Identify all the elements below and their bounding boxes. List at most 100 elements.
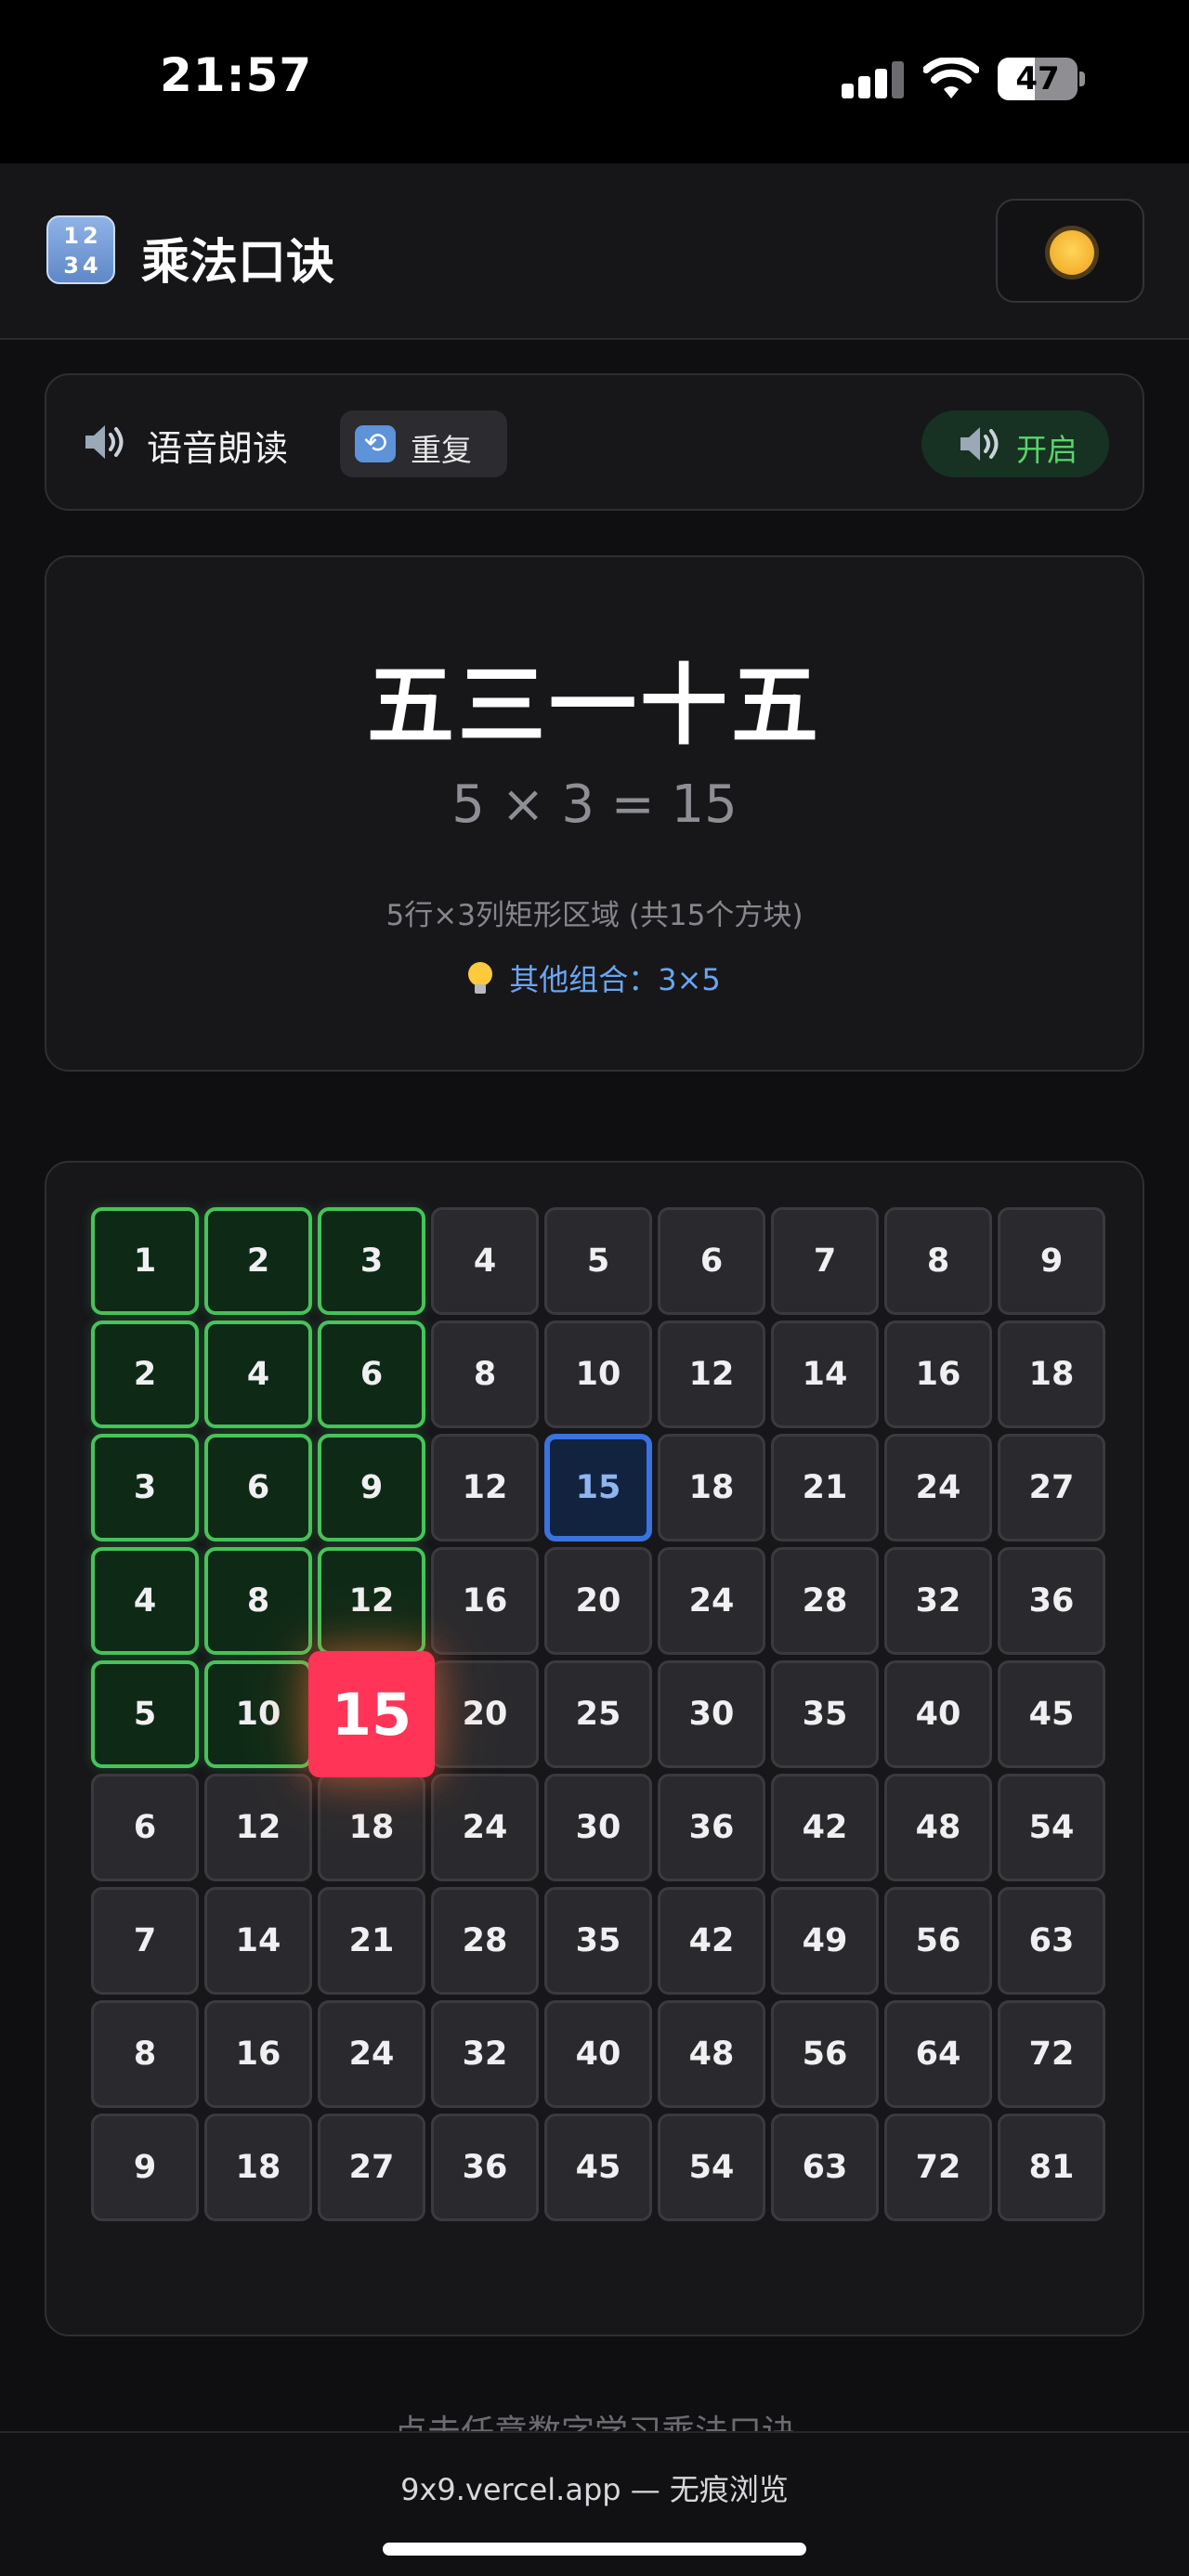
grid-cell-3-6[interactable]: 18 bbox=[658, 1434, 765, 1542]
grid-cell-2-9[interactable]: 18 bbox=[998, 1321, 1105, 1428]
grid-cell-7-3[interactable]: 21 bbox=[318, 1887, 425, 1995]
grid-cell-5-8[interactable]: 40 bbox=[884, 1660, 992, 1768]
grid-cell-5-6[interactable]: 30 bbox=[658, 1660, 765, 1768]
voice-panel: 语音朗读 ⟲ 重复 开启 bbox=[45, 373, 1144, 511]
grid-cell-1-3[interactable]: 3 bbox=[318, 1207, 425, 1315]
grid-cell-6-9[interactable]: 54 bbox=[998, 1774, 1105, 1881]
grid-cell-4-6[interactable]: 24 bbox=[658, 1547, 765, 1655]
app-page: 21:57 47 12 34 乘法口诀 语音朗读 ⟲ 重复 开启 五三一十五 5… bbox=[0, 0, 1189, 2576]
grid-cell-9-9[interactable]: 81 bbox=[998, 2114, 1105, 2221]
grid-cell-6-2[interactable]: 12 bbox=[204, 1774, 312, 1881]
grid-cell-7-6[interactable]: 42 bbox=[658, 1887, 765, 1995]
battery-level: 47 bbox=[1015, 60, 1060, 98]
grid-cell-2-7[interactable]: 14 bbox=[771, 1321, 879, 1428]
status-bar: 21:57 47 bbox=[0, 0, 1189, 163]
grid-cell-5-2[interactable]: 10 bbox=[204, 1660, 312, 1768]
grid-cell-6-1[interactable]: 6 bbox=[91, 1774, 199, 1881]
grid-cell-8-6[interactable]: 48 bbox=[658, 2000, 765, 2108]
grid-cell-4-9[interactable]: 36 bbox=[998, 1547, 1105, 1655]
repeat-button[interactable]: ⟲ 重复 bbox=[340, 410, 507, 477]
grid-cell-9-3[interactable]: 27 bbox=[318, 2114, 425, 2221]
grid-cell-8-2[interactable]: 16 bbox=[204, 2000, 312, 2108]
other-combination[interactable]: 其他组合：3×5 bbox=[46, 956, 1143, 999]
grid-cell-9-2[interactable]: 18 bbox=[204, 2114, 312, 2221]
grid-cell-9-8[interactable]: 72 bbox=[884, 2114, 992, 2221]
theme-toggle-button[interactable] bbox=[996, 199, 1144, 303]
grid-cell-3-7[interactable]: 21 bbox=[771, 1434, 879, 1542]
grid-cell-5-4[interactable]: 20 bbox=[431, 1660, 539, 1768]
grid-cell-2-5[interactable]: 10 bbox=[544, 1321, 652, 1428]
grid-cell-6-4[interactable]: 24 bbox=[431, 1774, 539, 1881]
grid-cell-8-9[interactable]: 72 bbox=[998, 2000, 1105, 2108]
grid-cell-1-6[interactable]: 6 bbox=[658, 1207, 765, 1315]
grid-cell-5-7[interactable]: 35 bbox=[771, 1660, 879, 1768]
grid-cell-1-4[interactable]: 4 bbox=[431, 1207, 539, 1315]
formula-rhyme: 五三一十五 bbox=[366, 656, 822, 757]
grid-cell-2-2[interactable]: 4 bbox=[204, 1321, 312, 1428]
speaker-on-icon bbox=[960, 427, 999, 461]
grid-cell-4-3[interactable]: 12 bbox=[318, 1547, 425, 1655]
grid-cell-9-1[interactable]: 9 bbox=[91, 2114, 199, 2221]
grid-cell-7-7[interactable]: 49 bbox=[771, 1887, 879, 1995]
repeat-label: 重复 bbox=[411, 432, 472, 468]
browser-url[interactable]: 9x9.vercel.app — 无痕浏览 bbox=[0, 2466, 1189, 2509]
grid-cell-7-9[interactable]: 63 bbox=[998, 1887, 1105, 1995]
grid-cell-7-2[interactable]: 14 bbox=[204, 1887, 312, 1995]
app-header: 12 34 乘法口诀 bbox=[0, 163, 1189, 340]
grid-cell-1-1[interactable]: 1 bbox=[91, 1207, 199, 1315]
grid-cell-3-9[interactable]: 27 bbox=[998, 1434, 1105, 1542]
multiplication-grid: 1 2 3 4 5 6 7 8 9 2 4 6 8 10 12 14 16 18 3 6 9 12 15 18 21 24 27 4 8… bbox=[45, 1161, 1144, 2336]
grid-cell-6-7[interactable]: 42 bbox=[771, 1774, 879, 1881]
grid-cell-alternate[interactable]: 15 bbox=[544, 1434, 652, 1542]
grid-cell-1-2[interactable]: 2 bbox=[204, 1207, 312, 1315]
grid-cell-1-5[interactable]: 5 bbox=[544, 1207, 652, 1315]
grid-cell-6-5[interactable]: 30 bbox=[544, 1774, 652, 1881]
grid-cell-9-4[interactable]: 36 bbox=[431, 2114, 539, 2221]
grid-cell-8-4[interactable]: 32 bbox=[431, 2000, 539, 2108]
grid-cell-7-4[interactable]: 28 bbox=[431, 1887, 539, 1995]
grid-cell-9-7[interactable]: 63 bbox=[771, 2114, 879, 2221]
grid-cell-3-1[interactable]: 3 bbox=[91, 1434, 199, 1542]
grid-cell-4-5[interactable]: 20 bbox=[544, 1547, 652, 1655]
grid-cell-6-6[interactable]: 36 bbox=[658, 1774, 765, 1881]
grid-cell-4-1[interactable]: 4 bbox=[91, 1547, 199, 1655]
voice-toggle-label: 开启 bbox=[1016, 432, 1078, 468]
grid-cell-9-6[interactable]: 54 bbox=[658, 2114, 765, 2221]
grid-cell-4-8[interactable]: 32 bbox=[884, 1547, 992, 1655]
grid-cell-6-8[interactable]: 48 bbox=[884, 1774, 992, 1881]
grid-cell-1-8[interactable]: 8 bbox=[884, 1207, 992, 1315]
grid-cell-8-7[interactable]: 56 bbox=[771, 2000, 879, 2108]
voice-toggle-button[interactable]: 开启 bbox=[921, 410, 1109, 477]
grid-cell-2-4[interactable]: 8 bbox=[431, 1321, 539, 1428]
grid-cell-1-7[interactable]: 7 bbox=[771, 1207, 879, 1315]
grid-cell-8-3[interactable]: 24 bbox=[318, 2000, 425, 2108]
grid-cell-8-1[interactable]: 8 bbox=[91, 2000, 199, 2108]
grid-cell-9-5[interactable]: 45 bbox=[544, 2114, 652, 2221]
logo-text-top: 12 bbox=[63, 223, 102, 249]
repeat-icon: ⟲ bbox=[355, 425, 396, 462]
grid-cell-7-1[interactable]: 7 bbox=[91, 1887, 199, 1995]
grid-cell-2-3[interactable]: 6 bbox=[318, 1321, 425, 1428]
grid-cell-3-8[interactable]: 24 bbox=[884, 1434, 992, 1542]
formula-equation: 5 × 3 = 15 bbox=[451, 774, 738, 835]
grid-cell-4-4[interactable]: 16 bbox=[431, 1547, 539, 1655]
grid-cell-5-9[interactable]: 45 bbox=[998, 1660, 1105, 1768]
grid-cell-3-2[interactable]: 6 bbox=[204, 1434, 312, 1542]
grid-cell-4-7[interactable]: 28 bbox=[771, 1547, 879, 1655]
grid-cell-6-3[interactable]: 18 bbox=[318, 1774, 425, 1881]
grid-cell-8-8[interactable]: 64 bbox=[884, 2000, 992, 2108]
grid-cell-2-1[interactable]: 2 bbox=[91, 1321, 199, 1428]
browser-bottom-bar: 9x9.vercel.app — 无痕浏览 bbox=[0, 2431, 1189, 2576]
grid-cell-7-8[interactable]: 56 bbox=[884, 1887, 992, 1995]
grid-cell-2-6[interactable]: 12 bbox=[658, 1321, 765, 1428]
grid-cell-target[interactable]: 15 bbox=[308, 1651, 435, 1777]
grid-cell-2-8[interactable]: 16 bbox=[884, 1321, 992, 1428]
grid-cell-5-1[interactable]: 5 bbox=[91, 1660, 199, 1768]
grid-cell-3-3[interactable]: 9 bbox=[318, 1434, 425, 1542]
grid-cell-1-9[interactable]: 9 bbox=[998, 1207, 1105, 1315]
grid-cell-4-2[interactable]: 8 bbox=[204, 1547, 312, 1655]
grid-cell-5-5[interactable]: 25 bbox=[544, 1660, 652, 1768]
grid-cell-8-5[interactable]: 40 bbox=[544, 2000, 652, 2108]
grid-cell-7-5[interactable]: 35 bbox=[544, 1887, 652, 1995]
grid-cell-3-4[interactable]: 12 bbox=[431, 1434, 539, 1542]
